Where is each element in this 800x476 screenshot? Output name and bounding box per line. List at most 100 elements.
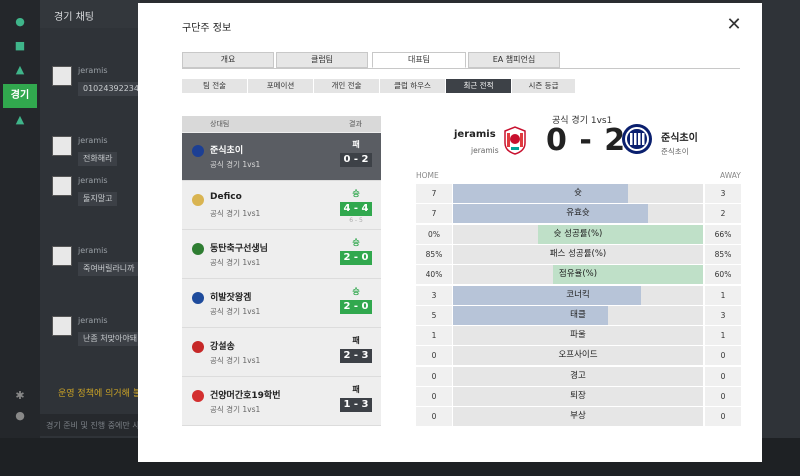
match-row[interactable]: Defico 공식 경기 1vs1 승 4 - 46 - 5 (182, 182, 381, 230)
chat-bubble-icon[interactable]: ● (14, 16, 26, 28)
stat-label: 유효슛 (566, 208, 590, 219)
stat-home-value: 40% (416, 265, 452, 285)
opponent-name: 히발잣왕겜 (210, 293, 252, 303)
match-row[interactable]: 히발잣왕겜 공식 경기 1vs1 승 2 - 0 (182, 280, 381, 328)
stat-row: 5 태클 3 (416, 305, 741, 325)
tab-national-team[interactable]: 대표팀 (372, 52, 466, 68)
stat-row: 40% 점유율(%) 60% (416, 265, 741, 285)
subtab-club-house[interactable]: 클럽 하우스 (380, 79, 446, 93)
away-player-sub: 준식초이 (661, 147, 689, 156)
toggle-icon[interactable]: ● (14, 410, 26, 422)
avatar[interactable] (52, 176, 72, 196)
chat-input[interactable]: 경기 준비 및 진행 중에만 사용 (40, 414, 140, 436)
match-score: 2 - 0 (340, 300, 372, 314)
stats-home-label: HOME (416, 171, 439, 180)
header-result: 결과 (349, 120, 362, 128)
chat-title: 경기 채팅 (40, 0, 140, 28)
chat-policy-notice: 운영 정책에 의거해 불라질 (58, 389, 138, 399)
stat-row: 0 퇴장 0 (416, 387, 741, 406)
stat-home-value: 1 (416, 326, 452, 346)
users-icon[interactable]: ▲ (14, 114, 26, 126)
match-result: 패 (352, 385, 360, 394)
avatar[interactable] (52, 66, 72, 86)
chat-text: 죽여버릴라니까 (78, 262, 140, 276)
match-mode: 공식 경기 1vs1 (210, 405, 261, 414)
stat-away-value: 1 (705, 326, 741, 346)
stat-label: 코너킥 (566, 289, 590, 300)
match-result: 승 (352, 238, 360, 247)
stat-away-value: 2 (705, 204, 741, 224)
match-row[interactable]: 동탄축구선생님 공식 경기 1vs1 승 2 - 0 (182, 231, 381, 279)
subtab-recent-record[interactable]: 최근 전적 (446, 79, 512, 93)
avatar[interactable] (52, 136, 72, 156)
right-panel (762, 0, 800, 438)
rail-tab-match[interactable]: 경기 (3, 84, 37, 108)
match-row[interactable]: 강설송 공식 경기 1vs1 패 2 - 3 (182, 329, 381, 377)
match-score: 1 - 3 (340, 398, 372, 412)
chat-icon[interactable]: ■ (14, 40, 26, 52)
match-mode: 공식 경기 1vs1 (210, 307, 261, 316)
stat-bar: 슛 성공률(%) (453, 224, 703, 244)
opponent-name: 강설송 (210, 342, 235, 352)
subtab-season-grade[interactable]: 시즌 등급 (512, 79, 576, 93)
stat-bar: 패스 성공률(%) (453, 244, 703, 264)
stat-away-value: 0 (705, 387, 741, 406)
team-crest-icon (192, 390, 204, 402)
stat-label: 태클 (570, 309, 586, 320)
chat-sender: jeramis (78, 176, 108, 185)
stat-away-value: 1 (705, 285, 741, 305)
stat-label: 오프사이드 (558, 350, 598, 361)
tab-club-team[interactable]: 클럽팀 (276, 52, 368, 68)
team-crest-icon (192, 341, 204, 353)
stat-home-value: 7 (416, 204, 452, 224)
stat-row: 1 파울 1 (416, 326, 741, 346)
stat-away-value: 3 (705, 184, 741, 203)
close-icon[interactable]: ✕ (726, 16, 742, 34)
match-result: 패 (352, 336, 360, 345)
modal-title: 구단주 정보 (182, 23, 232, 34)
chat-text: 01024392234 (78, 82, 142, 96)
stat-home-value: 85% (416, 244, 452, 264)
match-row[interactable]: 준식초이 공식 경기 1vs1 패 0 - 2 (182, 133, 381, 181)
penalty-score: 6 - 5 (349, 217, 363, 224)
stat-home-value: 0 (416, 346, 452, 366)
stat-away-value: 66% (705, 224, 741, 244)
opponent-name: 건양머간호19학번 (210, 391, 281, 401)
stat-home-value: 0 (416, 366, 452, 386)
header-opponent: 상대팀 (210, 120, 230, 128)
chat-text: 난좀 처맞아야돼 (78, 332, 142, 346)
team-crest-icon (192, 145, 204, 157)
user-icon[interactable]: ▲ (14, 64, 26, 76)
match-result: 패 (352, 140, 360, 149)
stat-bar: 오프사이드 (453, 346, 703, 366)
stat-label: 패스 성공률(%) (549, 248, 607, 259)
stat-away-value: 85% (705, 244, 741, 264)
stat-row: 85% 패스 성공률(%) 85% (416, 244, 741, 264)
subtab-formation[interactable]: 포메이션 (248, 79, 314, 93)
liverpool-crest-icon (504, 126, 526, 155)
subtab-individual-tactics[interactable]: 개인 전술 (314, 79, 380, 93)
stat-bar: 유효슛 (453, 204, 703, 224)
chat-text: 전화해라 (78, 152, 118, 166)
avatar[interactable] (52, 246, 72, 266)
stat-home-value: 5 (416, 305, 452, 325)
chat-sender: jeramis (78, 66, 108, 75)
stat-away-value: 0 (705, 346, 741, 366)
stat-home-value: 7 (416, 184, 452, 203)
subtab-team-tactics[interactable]: 팀 전술 (182, 79, 248, 93)
tab-overview[interactable]: 개요 (182, 52, 274, 68)
stat-label: 경고 (570, 370, 586, 381)
stat-bar: 점유율(%) (453, 265, 703, 285)
chat-sender: jeramis (78, 136, 108, 145)
tab-divider (182, 68, 740, 69)
match-row[interactable]: 건양머간호19학번공식 경기 1vs1 패 1 - 3 (182, 378, 381, 426)
match-result: 승 (352, 189, 360, 198)
tab-ea-championship[interactable]: EA 챔피언십 (468, 52, 560, 68)
match-mode: 공식 경기 1vs1 (210, 209, 261, 218)
gear-icon[interactable]: ✱ (14, 390, 26, 402)
match-mode: 공식 경기 1vs1 (210, 160, 261, 169)
stat-away-value: 0 (705, 407, 741, 427)
stats-away-label: AWAY (720, 171, 741, 180)
chat-text: 둘지말고 (78, 192, 118, 206)
avatar[interactable] (52, 316, 72, 336)
